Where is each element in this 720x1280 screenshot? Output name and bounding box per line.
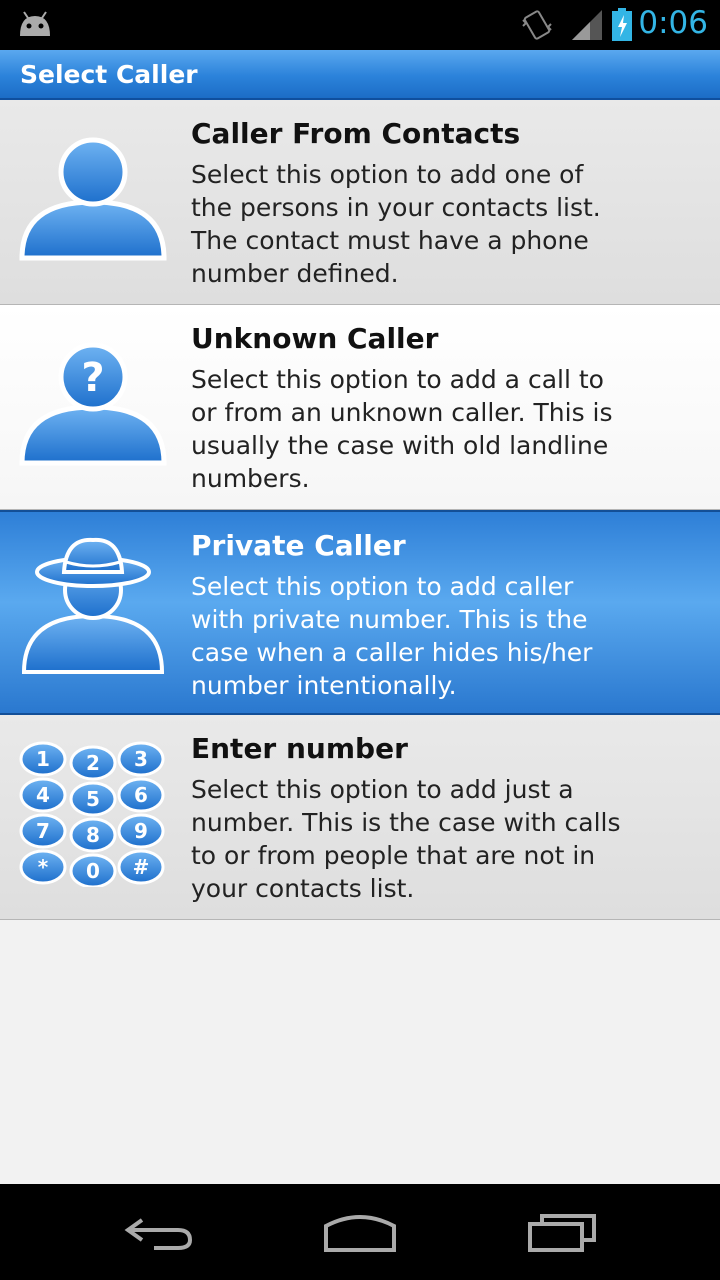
private-person-hat-icon [21, 537, 165, 674]
svg-text:#: # [133, 855, 150, 879]
keypad-key: 1 [19, 741, 67, 777]
option-unknown-caller[interactable]: ? Unknown Caller Select this option to a… [0, 305, 720, 510]
option-title: Enter number [191, 732, 408, 765]
svg-text:*: * [38, 855, 49, 879]
title-bar: Select Caller [0, 50, 720, 100]
clock: 0:06 [638, 5, 708, 41]
svg-text:4: 4 [36, 783, 50, 807]
back-icon[interactable] [124, 1210, 196, 1254]
android-icon [20, 11, 50, 36]
option-description: Select this option to add a call to or f… [191, 365, 613, 493]
keypad-key: * [19, 849, 67, 885]
svg-text:9: 9 [134, 819, 148, 843]
svg-text:7: 7 [36, 819, 50, 843]
keypad-key: 5 [69, 781, 117, 817]
option-description: Select this option to add just a number.… [191, 775, 621, 903]
option-title: Private Caller [191, 529, 406, 562]
option-description: Select this option to add one of the per… [191, 160, 601, 288]
contact-person-icon [19, 137, 167, 261]
option-title: Unknown Caller [191, 322, 439, 355]
keypad-key: 6 [117, 777, 165, 813]
svg-text:3: 3 [134, 747, 148, 771]
keypad-key: 8 [69, 817, 117, 853]
option-private-caller[interactable]: Private Caller Select this option to add… [0, 510, 720, 715]
recent-apps-icon[interactable] [526, 1210, 598, 1254]
keypad-key: 0 [69, 853, 117, 887]
keypad-key: 2 [69, 745, 117, 781]
svg-text:2: 2 [86, 751, 100, 775]
keypad-key: # [117, 849, 165, 885]
svg-text:6: 6 [134, 783, 148, 807]
battery-icon [612, 8, 632, 41]
svg-text:5: 5 [86, 787, 100, 811]
option-title: Caller From Contacts [191, 117, 521, 150]
svg-text:0: 0 [86, 859, 100, 883]
keypad-key: 3 [117, 741, 165, 777]
keypad-key: 9 [117, 813, 165, 849]
caller-option-list: Caller From Contacts Select this option … [0, 100, 720, 920]
page-title: Select Caller [20, 60, 198, 89]
svg-text:?: ? [81, 355, 104, 401]
svg-text:8: 8 [86, 823, 100, 847]
keypad-key: 7 [19, 813, 67, 849]
navigation-bar [0, 1184, 720, 1280]
option-description: Select this option to add caller with pr… [191, 572, 593, 700]
home-icon[interactable] [322, 1210, 398, 1254]
keypad-icon: 1 2 3 4 5 6 7 8 9 * 0 # [19, 741, 165, 887]
vibrate-icon [522, 10, 552, 40]
option-enter-number[interactable]: 1 2 3 4 5 6 7 8 9 * 0 # Enter number Sel… [0, 715, 720, 920]
keypad-key: 4 [19, 777, 67, 813]
signal-icon [572, 10, 602, 40]
status-bar: 0:06 [0, 0, 720, 50]
option-caller-from-contacts[interactable]: Caller From Contacts Select this option … [0, 100, 720, 305]
unknown-person-icon: ? [19, 342, 167, 466]
svg-text:1: 1 [36, 747, 50, 771]
